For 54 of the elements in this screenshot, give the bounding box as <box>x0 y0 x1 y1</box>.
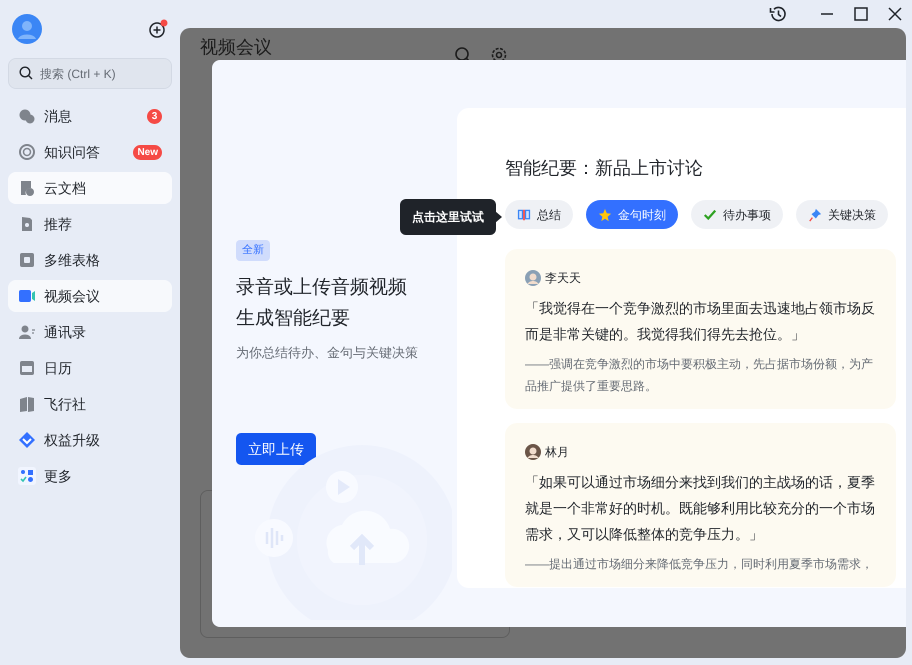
video-camera-icon <box>18 287 36 305</box>
dialog-subtitle: 为你总结待办、金句与关键决策 <box>236 344 419 362</box>
tab[interactable]: 关键决策 <box>796 200 888 229</box>
sidebar-item[interactable]: 多维表格 <box>8 244 172 276</box>
sidebar-item[interactable]: 云文档 <box>8 172 172 204</box>
apps-icon <box>18 467 36 485</box>
speaker-name: 李天天 <box>545 270 581 287</box>
document-icon <box>18 179 36 197</box>
sidebar-item[interactable]: 通讯录 <box>8 316 172 348</box>
avatar[interactable] <box>12 14 42 44</box>
dialog-title: 生成智能纪要 <box>236 306 351 330</box>
maximize-icon[interactable] <box>852 5 870 23</box>
quote-comment: ——提出通过市场细分来降低竞争压力，同时利用夏季市场需求， <box>525 556 874 573</box>
search-field[interactable]: 搜索 (Ctrl + K) <box>8 58 172 89</box>
sidebar-item[interactable]: 消息 3 <box>8 100 172 132</box>
close-icon[interactable] <box>886 5 904 23</box>
sidebar-item[interactable]: 更多 <box>8 460 172 492</box>
pushpin-icon <box>808 208 822 222</box>
contacts-icon <box>18 323 36 341</box>
sidebar-item[interactable]: 飞行社 <box>8 388 172 420</box>
check-icon <box>703 208 717 222</box>
diamond-icon <box>18 431 36 449</box>
tab[interactable]: 总结 <box>505 200 573 229</box>
tooltip: 点击这里试试 <box>400 199 496 235</box>
grid-icon <box>18 251 36 269</box>
open-book-icon <box>517 208 531 222</box>
new-badge: 全新 <box>236 240 270 260</box>
upload-button[interactable]: 立即上传 <box>236 433 316 465</box>
add-icon[interactable] <box>148 19 168 39</box>
speaker-name: 林月 <box>545 444 569 461</box>
avatar <box>525 444 541 460</box>
quote-text: 「如果可以通过市场细分来找到我们的主战场的话，夏季就是一个非常好的时机。既能够利用比较充分的一个市场需求，又可以降低整体的竞争压力。」 <box>525 473 876 544</box>
sidebar-item[interactable]: 权益升级 <box>8 424 172 456</box>
quote-text: 「我觉得在一个竞争激烈的市场里面去迅速地占领市场反而是非常关键的。我觉得我们得先去抢位。」 <box>525 299 876 344</box>
badge-label: New <box>133 144 162 160</box>
calendar-icon <box>18 359 36 377</box>
sidebar-item[interactable]: 日历 <box>8 352 172 384</box>
sidebar-item[interactable]: 推荐 <box>8 208 172 240</box>
sidebar-item[interactable]: 视频会议 <box>8 280 172 312</box>
chat-bubble-icon <box>18 107 36 125</box>
tab[interactable]: 待办事项 <box>691 200 783 229</box>
badge-label: 3 <box>147 108 162 124</box>
preview-title: 智能纪要：新品上市讨论 <box>505 157 704 180</box>
history-icon[interactable] <box>768 4 788 24</box>
book-icon <box>18 395 36 413</box>
avatar <box>525 270 541 286</box>
star-icon <box>598 208 612 222</box>
tooltip-arrow-icon <box>495 211 502 223</box>
page-title: 视频会议 <box>200 36 272 59</box>
search-icon <box>19 66 33 80</box>
tab[interactable]: 金句时刻 <box>586 200 678 229</box>
quote-comment: ——强调在竞争激烈的市场中要积极主动，先占据市场份额，为产品推广提供了重要思路。 <box>525 356 874 395</box>
sidebar-item[interactable]: 知识问答 New <box>8 136 172 168</box>
dialog-title: 录音或上传音频视频 <box>236 276 408 300</box>
